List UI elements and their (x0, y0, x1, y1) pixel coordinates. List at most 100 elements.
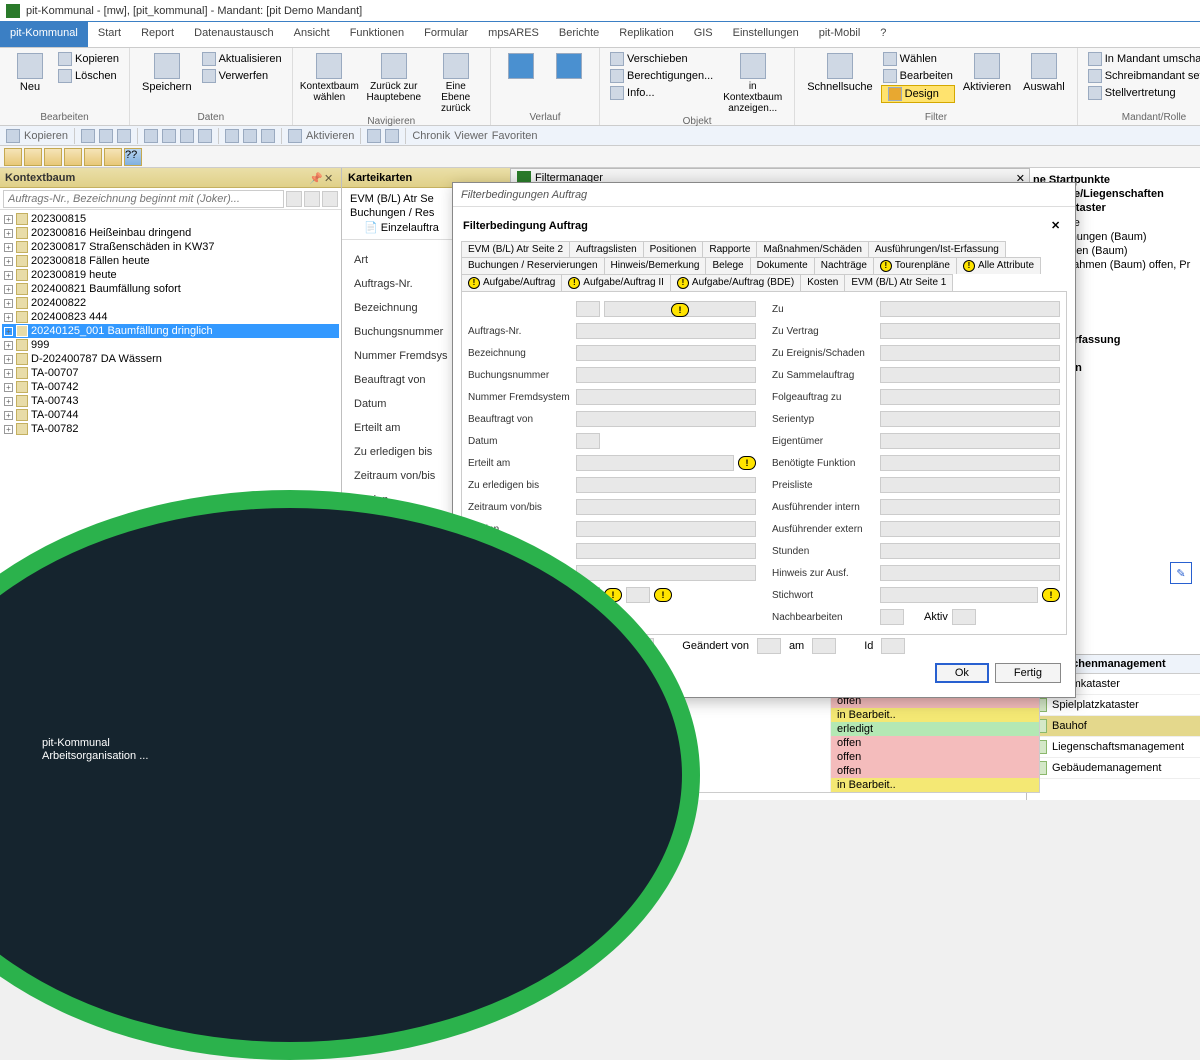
menubar-tab[interactable]: Funktionen (340, 22, 414, 47)
input-field[interactable] (576, 389, 756, 405)
tree-item[interactable]: +TA-00782 (2, 422, 339, 436)
close-icon[interactable]: ✕ (324, 172, 336, 184)
dialog-tab[interactable]: Ausführungen/Ist-Erfassung (868, 241, 1006, 257)
menubar-tab[interactable]: Datenaustausch (184, 22, 284, 47)
qb-icon[interactable] (225, 129, 239, 143)
expand-icon[interactable]: + (4, 327, 13, 336)
qb-icon[interactable] (180, 129, 194, 143)
dialog-tab[interactable]: Maßnahmen/Schäden (756, 241, 868, 257)
edit-button[interactable]: ✎ (1170, 562, 1192, 584)
menubar-tab[interactable]: pit-Mobil (809, 22, 871, 47)
field[interactable] (812, 638, 836, 654)
tb-icon[interactable]: ?? (124, 148, 142, 166)
tree-item[interactable]: +202400822 (2, 296, 339, 310)
field[interactable] (757, 638, 781, 654)
expand-icon[interactable]: + (4, 229, 13, 238)
expand-icon[interactable]: + (4, 425, 13, 434)
menubar-tab[interactable]: Replikation (609, 22, 683, 47)
tree-item[interactable]: +TA-00744 (2, 408, 339, 422)
tree-item[interactable]: +D-202400787 DA Wässern (2, 352, 339, 366)
ebene-button[interactable]: Eine Ebene zurück (430, 51, 483, 116)
qb-icon[interactable] (288, 129, 302, 143)
neu-button[interactable]: Neu (8, 51, 52, 112)
stellvertretung-button[interactable]: Stellvertretung (1086, 85, 1200, 101)
dialog-tab[interactable]: EVM (B/L) Atr Seite 2 (461, 241, 570, 257)
input-field[interactable] (576, 543, 756, 559)
loeschen-button[interactable]: Löschen (56, 68, 121, 84)
qb-viewer[interactable]: Viewer (454, 130, 487, 142)
clear-icon[interactable] (286, 191, 302, 207)
input-field[interactable] (576, 565, 756, 581)
aktivieren-filter-button[interactable]: Aktivieren (959, 51, 1015, 112)
dialog-title[interactable]: Filterbedingungen Auftrag (453, 183, 1075, 207)
qb-icon[interactable] (261, 129, 275, 143)
input-field[interactable] (576, 323, 756, 339)
tree-item[interactable]: +TA-00743 (2, 394, 339, 408)
menubar-tab[interactable]: Report (131, 22, 184, 47)
history-back-button[interactable] (499, 51, 543, 112)
dialog-tab[interactable]: Belege (705, 257, 750, 274)
bearbeiten-filter-button[interactable]: Bearbeiten (881, 68, 955, 84)
dialog-tab[interactable]: Rapporte (702, 241, 757, 257)
tree-item[interactable]: +202300819 heute (2, 268, 339, 282)
search-input[interactable] (3, 190, 284, 208)
aktualisieren-button[interactable]: Aktualisieren (200, 51, 284, 67)
schnellsuche-button[interactable]: Schnellsuche (803, 51, 876, 112)
menubar-tab[interactable]: Formular (414, 22, 478, 47)
expand-icon[interactable]: + (4, 355, 13, 364)
tree-item[interactable]: +202300816 Heißeinbau dringend (2, 226, 339, 240)
expand-icon[interactable]: + (4, 271, 13, 280)
tb-icon[interactable] (4, 148, 22, 166)
in-kontextbaum-button[interactable]: in Kontextbaum anzeigen... (719, 51, 786, 116)
catalog-item[interactable]: Spielplatzkataster (1027, 695, 1200, 716)
expand-icon[interactable]: + (4, 397, 13, 406)
catalog-item[interactable]: Bauhof (1027, 716, 1200, 737)
menubar-tab[interactable]: mpsARES (478, 22, 549, 47)
verwerfen-button[interactable]: Verwerfen (200, 68, 284, 84)
dialog-tab[interactable]: Nachträge (814, 257, 874, 274)
menubar-tab[interactable]: Berichte (549, 22, 609, 47)
qb-icon[interactable] (243, 129, 257, 143)
input-field[interactable] (880, 389, 1060, 405)
qb-icon[interactable] (81, 129, 95, 143)
input-field[interactable] (576, 477, 756, 493)
input-field[interactable] (880, 499, 1060, 515)
kopieren-button[interactable]: Kopieren (56, 51, 121, 67)
menubar-tab[interactable]: Ansicht (284, 22, 340, 47)
dialog-tab[interactable]: Dokumente (750, 257, 815, 274)
qb-icon[interactable] (385, 129, 399, 143)
tree-item[interactable]: +202300815 (2, 212, 339, 226)
tree-item[interactable]: +TA-00742 (2, 380, 339, 394)
qb-icon[interactable] (117, 129, 131, 143)
expand-icon[interactable]: + (4, 411, 13, 420)
dropdown-icon[interactable] (322, 191, 338, 207)
input-field[interactable] (880, 433, 1060, 449)
tb-icon[interactable] (44, 148, 62, 166)
tree-item[interactable]: +202400821 Baumfällung sofort (2, 282, 339, 296)
expand-icon[interactable]: + (4, 383, 13, 392)
berechtigungen-button[interactable]: Berechtigungen... (608, 68, 715, 84)
qb-favoriten[interactable]: Favoriten (492, 130, 538, 142)
expand-icon[interactable]: + (4, 313, 13, 322)
expand-icon[interactable]: + (4, 285, 13, 294)
qb-chronik[interactable]: Chronik (412, 130, 450, 142)
menubar-tab[interactable]: Einstellungen (723, 22, 809, 47)
dialog-tab[interactable]: Hinweis/Bemerkung (604, 257, 707, 274)
dialog-tab[interactable]: Kosten (800, 274, 845, 291)
dialog-tab[interactable]: EVM (B/L) Atr Seite 1 (844, 274, 953, 291)
catalog-item[interactable]: Liegenschaftsmanagement (1027, 737, 1200, 758)
tree-item[interactable]: +TA-00707 (2, 366, 339, 380)
waehlen-button[interactable]: Wählen (881, 51, 955, 67)
design-button[interactable]: Design (881, 85, 955, 103)
input-field[interactable] (880, 411, 1060, 427)
qb-icon[interactable] (144, 129, 158, 143)
qb-icon[interactable] (99, 129, 113, 143)
history-fwd-button[interactable] (547, 51, 591, 112)
menubar-app[interactable]: pit-Kommunal (0, 22, 88, 47)
mandant-umschalten-button[interactable]: In Mandant umschalten (1086, 51, 1200, 67)
input-field[interactable] (576, 367, 756, 383)
schreibmandant-button[interactable]: Schreibmandant setzen (1086, 68, 1200, 84)
ok-button[interactable]: Ok (935, 663, 989, 683)
verschieben-button[interactable]: Verschieben (608, 51, 715, 67)
dialog-tab[interactable]: Tourenpläne (873, 257, 957, 274)
